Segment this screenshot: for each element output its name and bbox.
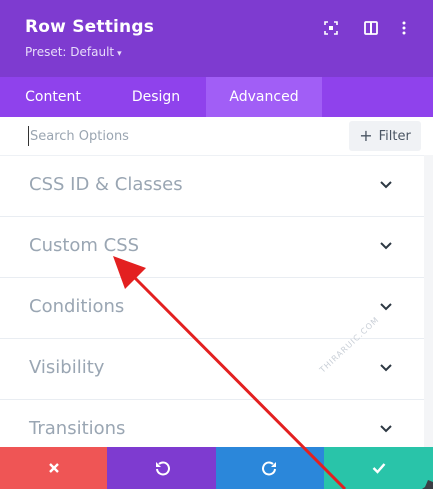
filter-button[interactable]: + Filter <box>349 121 421 151</box>
undo-icon <box>155 461 170 476</box>
tab-advanced[interactable]: Advanced <box>206 77 322 117</box>
undo-button[interactable] <box>107 447 216 489</box>
tab-bar: Content Design Advanced <box>0 77 433 117</box>
chevron-down-icon <box>380 364 392 372</box>
caret-down-icon: ▾ <box>117 49 122 59</box>
focus-icon[interactable] <box>323 20 339 36</box>
panel-custom-css[interactable]: Custom CSS <box>0 217 433 278</box>
panel-label: Conditions <box>29 296 125 317</box>
panel-label: Custom CSS <box>29 235 140 256</box>
redo-button[interactable] <box>216 447 324 489</box>
save-button[interactable] <box>324 447 433 489</box>
modal-footer <box>0 447 433 489</box>
redo-icon <box>262 461 276 476</box>
modal-header: Row Settings Preset: Default ▾ <box>0 0 433 77</box>
split-view-icon[interactable] <box>363 20 379 36</box>
more-options-icon[interactable] <box>396 20 412 36</box>
panel-label: CSS ID & Classes <box>29 174 183 195</box>
modal-title: Row Settings <box>25 17 155 37</box>
chevron-down-icon <box>380 181 392 189</box>
panel-css-id-classes[interactable]: CSS ID & Classes <box>0 156 433 217</box>
preset-label: Preset: Default <box>25 45 115 59</box>
search-input[interactable] <box>28 126 310 146</box>
scrollbar-track[interactable] <box>424 155 433 447</box>
chevron-down-icon <box>380 425 392 433</box>
filter-label: Filter <box>378 128 411 144</box>
chevron-down-icon <box>380 242 392 250</box>
x-icon <box>48 463 59 473</box>
check-icon <box>372 463 385 474</box>
panel-label: Transitions <box>29 418 126 439</box>
panel-label: Visibility <box>29 357 105 378</box>
panel-visibility[interactable]: Visibility <box>0 339 433 400</box>
tab-design[interactable]: Design <box>106 77 206 117</box>
discard-button[interactable] <box>0 447 107 489</box>
preset-selector[interactable]: Preset: Default ▾ <box>25 45 122 59</box>
tab-content[interactable]: Content <box>0 77 106 117</box>
plus-icon: + <box>359 126 373 145</box>
chevron-down-icon <box>380 303 392 311</box>
